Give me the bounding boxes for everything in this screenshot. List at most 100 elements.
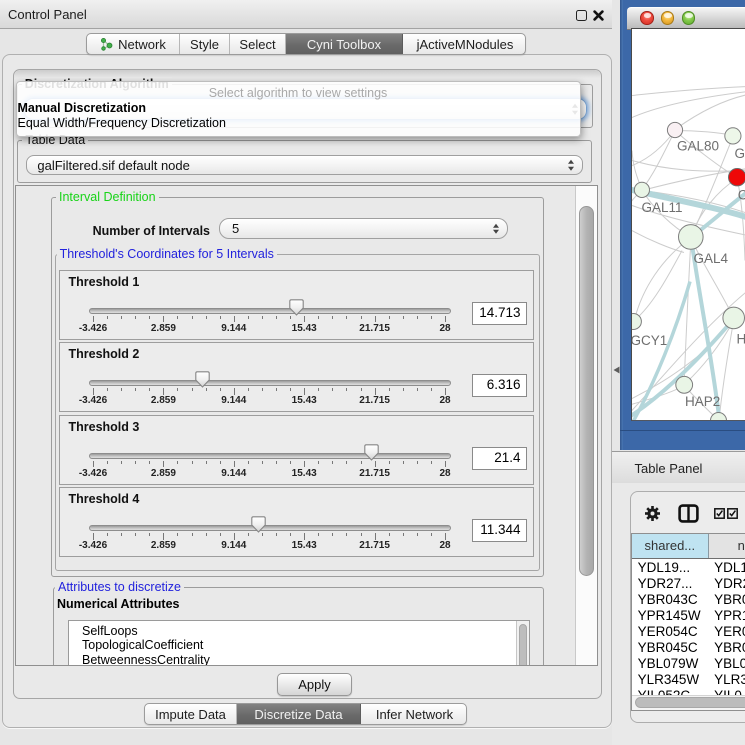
node-ga[interactable] [725, 128, 741, 144]
slider-thumb[interactable] [195, 371, 210, 388]
cyni-mode-tabs: Impute Data Discretize Data Infer Networ… [144, 703, 467, 725]
tab-infer-network[interactable]: Infer Network [361, 704, 467, 724]
threshold-value-field[interactable]: 21.4 [472, 447, 527, 470]
slider-tick-label: 21.715 [359, 468, 390, 479]
slider-tick-label: 28 [439, 540, 450, 551]
list-scrollbar[interactable] [516, 621, 530, 666]
float-window-icon[interactable] [576, 10, 587, 21]
node-hap2[interactable] [676, 376, 693, 393]
scrollbar-thumb[interactable] [519, 624, 527, 666]
table-row[interactable]: YBL079WYBL0 [632, 655, 745, 671]
minor-tick [431, 388, 432, 391]
node-label: HAP2 [685, 394, 720, 409]
minor-tick [135, 461, 136, 464]
node-gcy1[interactable] [632, 314, 641, 330]
threshold-value-field[interactable]: 6.316 [472, 374, 527, 397]
apply-label: Apply [298, 677, 331, 692]
major-tick [375, 461, 376, 468]
gear-icon[interactable] [644, 505, 661, 522]
columns-icon[interactable] [678, 504, 699, 523]
slider-track[interactable] [89, 525, 451, 531]
table-row[interactable]: YPR145WYPR1 [632, 607, 745, 623]
group-title: Attributes to discretize [55, 580, 184, 595]
tab-cyni-toolbox[interactable]: Cyni Toolbox [286, 34, 403, 54]
node-h[interactable] [723, 307, 745, 329]
slider-track[interactable] [89, 453, 451, 459]
tab-label: Select [239, 37, 275, 52]
cell-shared-name: YBR045C [638, 640, 698, 655]
major-tick [163, 533, 164, 540]
node-gal11[interactable] [634, 182, 649, 197]
tab-jactivemnodules[interactable]: jActiveMNodules [403, 34, 526, 54]
network-nodes [632, 122, 745, 421]
number-of-intervals-combobox[interactable]: 5 [219, 218, 508, 239]
apply-button[interactable]: Apply [277, 673, 352, 696]
list-item[interactable]: TopologicalCoefficient [82, 638, 203, 653]
cell-name: YLR3 [714, 672, 745, 687]
node-gal80[interactable] [667, 122, 682, 137]
minor-tick [192, 388, 193, 391]
node-red-selected[interactable] [729, 169, 745, 186]
column-header-name[interactable]: n... [709, 534, 745, 559]
table-row[interactable]: YBR045CYBR0 [632, 639, 745, 655]
table-row[interactable]: YDL19...YDL1 [632, 559, 745, 575]
list-item[interactable]: BetweennessCentrality [82, 653, 210, 667]
tab-network[interactable]: Network [87, 34, 180, 54]
minor-tick [346, 533, 347, 536]
major-tick [163, 461, 164, 468]
horizontal-scrollbar[interactable] [632, 695, 745, 711]
major-tick [375, 316, 376, 323]
minor-tick [290, 533, 291, 536]
zoom-traffic-light[interactable] [682, 11, 696, 25]
minor-tick [107, 461, 108, 464]
slider-tick-label: 28 [439, 395, 450, 406]
slider-thumb[interactable] [364, 444, 379, 461]
table-row[interactable]: YLR345WYLR3 [632, 671, 745, 687]
network-window-titlebar[interactable] [627, 7, 745, 30]
scrollbar-thumb[interactable] [635, 697, 745, 708]
threshold-value-field[interactable]: 14.713 [472, 302, 527, 325]
slider-track[interactable] [89, 308, 451, 314]
vertical-scrollbar[interactable] [575, 186, 597, 665]
threshold-value-field[interactable]: 11.344 [472, 519, 527, 542]
slider-thumb[interactable] [251, 516, 266, 533]
tab-impute-data[interactable]: Impute Data [145, 704, 237, 724]
panel-title: Control Panel [8, 7, 87, 22]
tab-select[interactable]: Select [230, 34, 286, 54]
table-data-combobox[interactable]: galFiltered.sif default node [26, 155, 583, 175]
table-row[interactable]: YBR043CYBR0 [632, 591, 745, 607]
tab-label: Network [118, 37, 166, 52]
minor-tick [220, 533, 221, 536]
minimize-traffic-light[interactable] [661, 11, 675, 25]
table-row[interactable]: YDR27...YDR2 [632, 575, 745, 591]
slider-tick-label: 28 [439, 323, 450, 334]
node-gal4[interactable] [679, 225, 704, 250]
network-canvas[interactable]: GAL80 GA C GAL11 GAL4 GCY1 H HAP2 [631, 28, 745, 421]
checkbox-icon[interactable] [714, 508, 725, 519]
close-icon[interactable] [593, 10, 604, 21]
numerical-attributes-list[interactable]: SelfLoopsTopologicalCoefficientBetweenne… [68, 620, 530, 666]
node-label: GAL4 [694, 251, 729, 266]
minor-tick [177, 388, 178, 391]
tab-label: jActiveMNodules [417, 37, 514, 52]
slider-thumb[interactable] [289, 299, 304, 316]
table-row[interactable]: YER054CYER0 [632, 623, 745, 639]
minor-tick [403, 388, 404, 391]
slider-track[interactable] [89, 380, 451, 386]
dropdown-option-equal-width[interactable]: Equal Width/Frequency Discretization [18, 116, 226, 130]
column-header-shared-name[interactable]: shared... [632, 534, 709, 559]
minor-tick [192, 533, 193, 536]
checkbox-icon[interactable] [727, 508, 738, 519]
list-item[interactable]: SelfLoops [82, 624, 138, 639]
slider-tick-label: 21.715 [359, 323, 390, 334]
network-view-window: GAL80 GA C GAL11 GAL4 GCY1 H HAP2 [620, 0, 745, 450]
close-traffic-light[interactable] [640, 11, 654, 25]
minor-tick [177, 461, 178, 464]
tab-style[interactable]: Style [180, 34, 230, 54]
cell-shared-name: YBR043C [638, 592, 698, 607]
slider-tick-label: 9.144 [221, 540, 246, 551]
scrollbar-thumb[interactable] [579, 206, 594, 576]
node-bottom[interactable] [711, 413, 727, 422]
dropdown-option-manual[interactable]: Manual Discretization [18, 101, 147, 115]
tab-discretize-data[interactable]: Discretize Data [237, 704, 361, 724]
